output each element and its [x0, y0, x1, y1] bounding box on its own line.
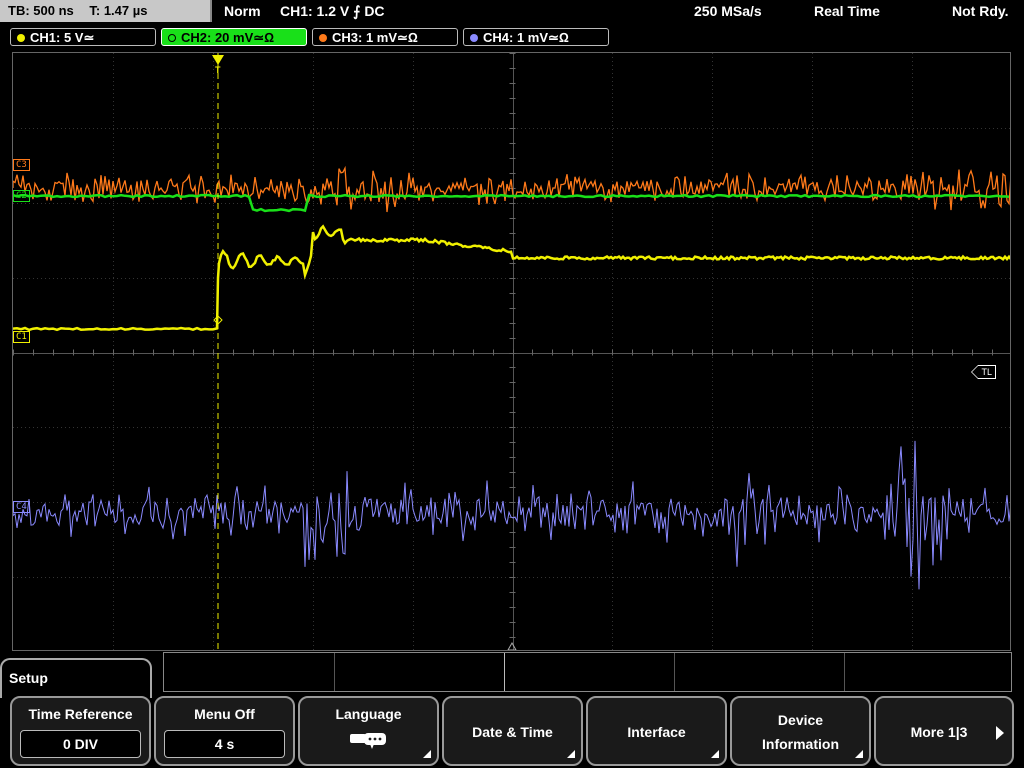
overview-divider	[674, 653, 675, 691]
submenu-corner-icon	[711, 750, 719, 758]
submenu-corner-icon	[567, 750, 575, 758]
speech-bubble-icon	[350, 733, 386, 749]
trigger-time-value: T: 1.47 µs	[89, 3, 148, 18]
trigger-position-label: T	[215, 65, 221, 75]
graticule	[13, 53, 1010, 650]
status-bar: TB: 500 ns T: 1.47 µs Norm CH1: 1.2 V ⨍ …	[0, 0, 1024, 26]
more-softkey[interactable]: More 1|3	[874, 696, 1014, 766]
trigger-position-marker-icon[interactable]	[212, 55, 224, 65]
overview-center-divider	[504, 653, 505, 691]
channel-4-label: CH4: 1 mV≃Ω	[483, 30, 569, 45]
channel-1-offset-marker[interactable]: C1	[13, 331, 30, 343]
channel-1-dot-icon	[17, 34, 25, 42]
timebase-box[interactable]: TB: 500 ns T: 1.47 µs	[0, 0, 212, 22]
interface-softkey[interactable]: Interface	[586, 696, 727, 766]
channel-2-label: CH2: 20 mV≃Ω	[181, 30, 275, 45]
menu-off-softkey[interactable]: Menu Off 4 s	[154, 696, 295, 766]
channel-2-offset-marker[interactable]: C2	[13, 190, 30, 202]
interface-label: Interface	[627, 724, 686, 740]
time-reference-softkey[interactable]: Time Reference 0 DIV	[10, 696, 151, 766]
channel-4-trace	[13, 440, 1010, 590]
waveform-display[interactable]: T C3 C2 C1 C4 TL	[12, 52, 1011, 651]
language-label: Language	[335, 706, 402, 722]
submenu-corner-icon	[423, 750, 431, 758]
acquisition-mode: Real Time	[814, 3, 880, 19]
overview-divider	[844, 653, 845, 691]
channel-4-offset-marker[interactable]: C4	[13, 501, 30, 513]
channel-3-trace	[13, 165, 1010, 213]
overview-strip[interactable]	[163, 652, 1012, 692]
device-information-line1: Device	[777, 712, 824, 728]
channel-2-dot-icon	[168, 34, 176, 42]
time-reference-label: Time Reference	[28, 706, 133, 722]
menu-title: Setup	[0, 658, 152, 698]
channel-3-offset-marker[interactable]: C3	[13, 159, 30, 171]
device-information-softkey[interactable]: Device Information	[730, 696, 871, 766]
channel-1-label: CH1: 5 V≃	[30, 30, 95, 45]
time-reference-icon	[507, 641, 517, 650]
trigger-info[interactable]: CH1: 1.2 V ⨍ DC	[280, 3, 385, 20]
sample-rate: 250 MSa/s	[694, 3, 762, 19]
channel-2-button[interactable]: CH2: 20 mV≃Ω	[161, 28, 307, 46]
timebase-value: TB: 500 ns	[8, 3, 74, 18]
language-softkey[interactable]: Language	[298, 696, 439, 766]
channel-3-button[interactable]: CH3: 1 mV≃Ω	[312, 28, 458, 46]
channel-3-label: CH3: 1 mV≃Ω	[332, 30, 418, 45]
device-information-line2: Information	[762, 736, 839, 752]
submenu-corner-icon	[855, 750, 863, 758]
next-page-arrow-icon	[996, 726, 1004, 740]
channel-4-button[interactable]: CH4: 1 mV≃Ω	[463, 28, 609, 46]
overview-divider	[334, 653, 335, 691]
channel-4-dot-icon	[470, 34, 478, 42]
date-time-label: Date & Time	[472, 724, 553, 740]
menu-off-value[interactable]: 4 s	[164, 730, 285, 758]
acquisition-state: Not Rdy.	[952, 3, 1009, 19]
waveform-canvas	[13, 53, 1010, 650]
channel-3-dot-icon	[319, 34, 327, 42]
more-label: More 1|3	[910, 724, 968, 740]
trigger-mode[interactable]: Norm	[224, 3, 261, 19]
channel-1-button[interactable]: CH1: 5 V≃	[10, 28, 156, 46]
softkey-bar: Time Reference 0 DIV Menu Off 4 s Langua…	[0, 696, 1024, 768]
date-time-softkey[interactable]: Date & Time	[442, 696, 583, 766]
menu-off-label: Menu Off	[194, 706, 255, 722]
trigger-level-marker[interactable]: TL	[971, 365, 996, 379]
time-reference-value[interactable]: 0 DIV	[20, 730, 141, 758]
